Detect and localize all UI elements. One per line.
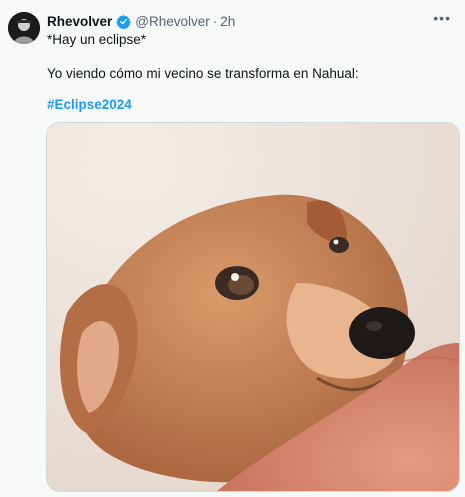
dog-meme-image [47,123,459,491]
hashtag-link[interactable]: #Eclipse2024 [47,97,132,112]
tweet-image[interactable] [46,122,460,492]
display-name[interactable]: Rhevolver [47,14,112,29]
verified-badge-icon [116,14,132,29]
tweet[interactable]: Rhevolver @Rhevolver · 2h ••• *Hay un ec… [0,0,465,497]
separator: · [212,13,218,29]
handle[interactable]: @Rhevolver [135,14,209,29]
tweet-text-line-2: Yo viendo cómo mi vecino se transforma e… [47,66,359,81]
timestamp[interactable]: 2h [220,14,235,29]
more-horizontal-icon[interactable]: ••• [433,10,451,26]
tweet-header: Rhevolver @Rhevolver · 2h [47,11,235,31]
tweet-text-line-1: *Hay un eclipse* [47,32,147,47]
avatar[interactable] [8,12,40,44]
